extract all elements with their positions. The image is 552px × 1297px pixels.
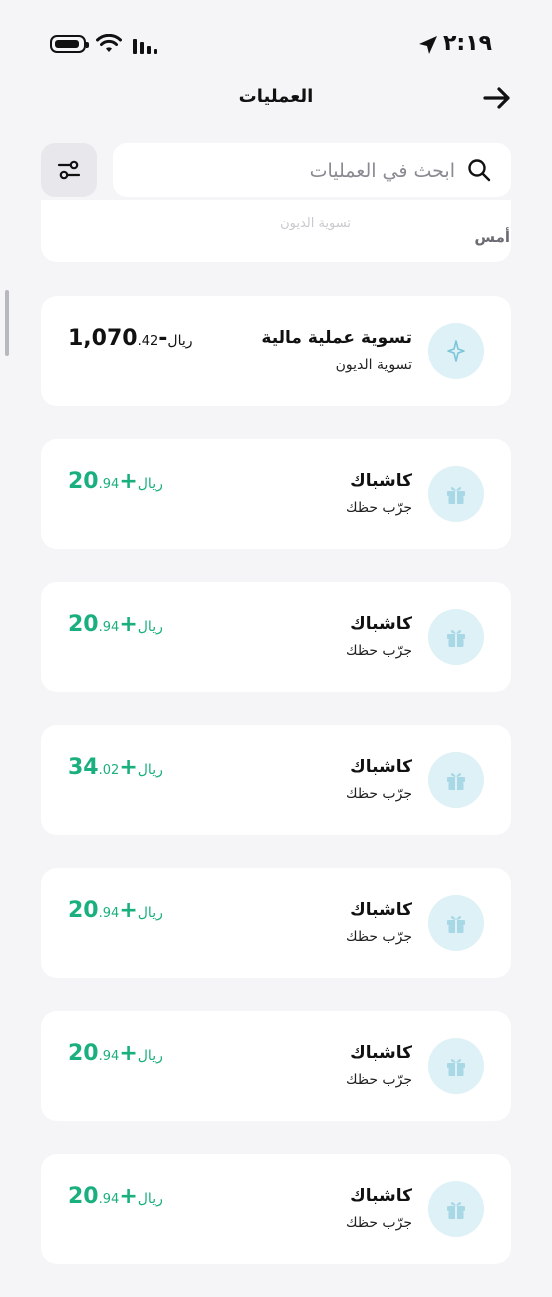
transaction-title: كاشباك [350,757,412,777]
transaction-subtitle: جرّب حظك [346,929,412,945]
wifi-icon [96,34,122,52]
transaction-card-2[interactable]: كاشباك جرّب حظك ريال+20.94 [41,439,511,549]
filter-button[interactable] [41,143,97,197]
transaction-amount: ريال+20.94 [68,1184,169,1209]
amount-decimal: .94 [98,1049,120,1064]
page-title: العمليات [238,86,314,107]
amount-currency: ريال [137,905,163,921]
transaction-title: تسوية عملية مالية [261,328,412,348]
transaction-icon [428,466,484,522]
transaction-icon [428,1038,484,1094]
transaction-title: كاشباك [350,1186,412,1206]
amount-currency: ريال [167,333,193,349]
amount-currency: ريال [137,476,163,492]
transaction-icon [428,609,484,665]
transaction-card-1[interactable]: تسوية عملية مالية تسوية الديون ريال-1,07… [41,296,511,406]
transaction-title: كاشباك [350,471,412,491]
transaction-icon [428,1181,484,1237]
gift-icon [447,773,465,790]
partial-card-text: تسوية الديون [280,216,351,231]
battery-icon [50,35,89,53]
amount-decimal: .02 [98,763,120,778]
transaction-amount: ريال-1,070.42 [68,326,199,351]
transaction-title: كاشباك [350,614,412,634]
transaction-icon [428,895,484,951]
location-arrow-icon [419,36,437,54]
gift-icon [447,1202,465,1219]
transaction-subtitle: جرّب حظك [346,786,412,802]
transaction-card-3[interactable]: كاشباك جرّب حظك ريال+20.94 [41,582,511,692]
transaction-card-5[interactable]: كاشباك جرّب حظك ريال+20.94 [41,868,511,978]
transaction-amount: ريال+20.94 [68,469,169,494]
transaction-card-4[interactable]: كاشباك جرّب حظك ريال+34.02 [41,725,511,835]
arrow-right-icon [483,87,510,109]
search-input[interactable] [123,151,457,191]
amount-currency: ريال [137,1048,163,1064]
transaction-amount: ريال+20.94 [68,1041,169,1066]
transaction-amount: ريال+20.94 [68,612,169,637]
scroll-indicator[interactable] [5,290,9,356]
amount-decimal: .42 [137,334,159,349]
gift-icon [447,630,465,647]
sliders-icon [57,160,81,180]
signal-icon [133,39,157,54]
transaction-list: تسوية عملية مالية تسوية الديون ريال-1,07… [41,296,511,1297]
transaction-subtitle: جرّب حظك [346,1215,412,1231]
transaction-card-7[interactable]: كاشباك جرّب حظك ريال+20.94 [41,1154,511,1264]
transaction-icon [428,323,484,379]
search-icon [468,159,491,182]
gift-icon [447,487,465,504]
transaction-subtitle: تسوية الديون [335,357,412,373]
amount-decimal: .94 [98,906,120,921]
back-button[interactable] [480,82,514,114]
status-time: ٢:١٩ [443,31,493,56]
search-box [113,143,511,197]
transaction-amount: ريال+20.94 [68,898,169,923]
transaction-title: كاشباك [350,1043,412,1063]
transaction-subtitle: جرّب حظك [346,643,412,659]
amount-currency: ريال [137,762,163,778]
gift-icon [447,1059,465,1076]
status-bar: ٢:١٩ [0,0,552,90]
amount-currency: ريال [137,619,163,635]
gift-icon [447,916,465,933]
transaction-amount: ريال+34.02 [68,755,169,780]
transaction-title: كاشباك [350,900,412,920]
transaction-card-partial[interactable]: تسوية الديون [41,200,511,262]
amount-currency: ريال [137,1191,163,1207]
transaction-subtitle: جرّب حظك [346,500,412,516]
amount-decimal: .94 [98,477,120,492]
section-label-yesterday: أمس [474,228,510,246]
transaction-subtitle: جرّب حظك [346,1072,412,1088]
transaction-icon [428,752,484,808]
transaction-card-6[interactable]: كاشباك جرّب حظك ريال+20.94 [41,1011,511,1121]
amount-decimal: .94 [98,620,120,635]
sparkle-icon [447,340,465,362]
